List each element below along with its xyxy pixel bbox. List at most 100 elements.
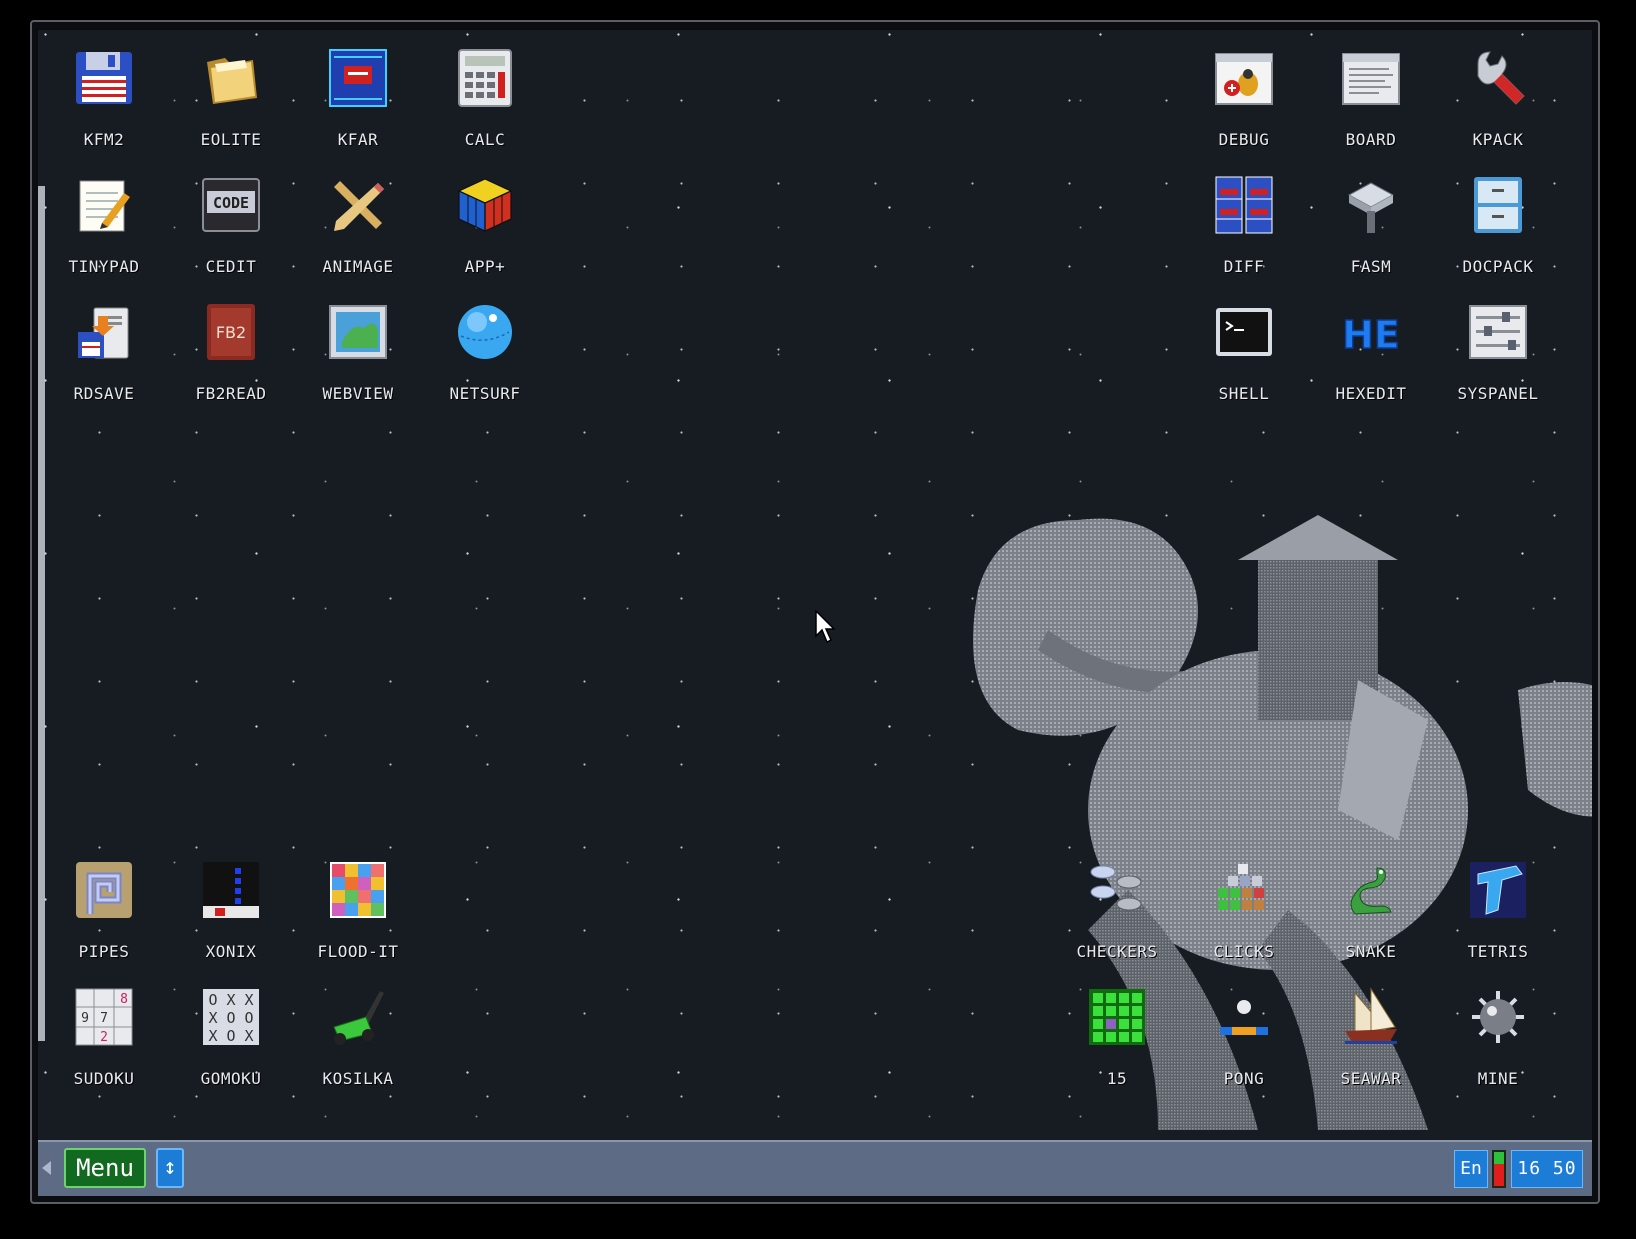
desktop-icon-sudoku[interactable]: 8 97 2 SUDOKU	[38, 969, 170, 1089]
icon-label: ANIMAGE	[322, 257, 394, 276]
language-indicator[interactable]: En	[1454, 1150, 1488, 1188]
color-grid-icon	[330, 862, 386, 918]
icon-label: CHECKERS	[1076, 942, 1158, 961]
desktop-icon-15[interactable]: 15	[1051, 969, 1183, 1089]
clock[interactable]: 16 50	[1511, 1150, 1583, 1188]
desktop-icon-eolite[interactable]: EOLITE	[165, 30, 297, 150]
activity-indicator	[1492, 1150, 1506, 1188]
icon-label: BOARD	[1345, 130, 1397, 149]
desktop-icon-fasm[interactable]: FASM	[1305, 157, 1437, 277]
desktop-icon-xonix[interactable]: XONIX	[165, 842, 297, 962]
sudoku-icon: 8 9 7 2	[75, 988, 133, 1046]
calculator-icon	[458, 49, 512, 107]
bug-window-icon	[1215, 53, 1273, 105]
desktop-icon-flood-it[interactable]: FLOOD-IT	[292, 842, 424, 962]
icon-label: SEAWAR	[1340, 1069, 1402, 1088]
icon-label: SUDOKU	[73, 1069, 135, 1088]
desktop-icon-pong[interactable]: PONG	[1178, 969, 1310, 1089]
gomoku-icon: O X XX O OX O X	[203, 989, 259, 1045]
desktop-icon-gomoku[interactable]: OXXXOOXOX GOMOKU	[165, 969, 297, 1089]
icon-label: GOMOKU	[200, 1069, 262, 1088]
map-picture-icon	[329, 305, 387, 359]
icon-label: FLOOD-IT	[317, 942, 399, 961]
desktop-icon-kfar[interactable]: KFAR	[292, 30, 424, 150]
icon-label: EOLITE	[200, 130, 262, 149]
taskbar-collapse-arrow-icon[interactable]	[42, 1161, 51, 1175]
icon-label: WEBVIEW	[322, 384, 394, 403]
icon-label: TINYPAD	[68, 257, 140, 276]
desktop-icon-kfm2[interactable]: KFM2	[38, 30, 170, 150]
sliders-icon	[1469, 305, 1527, 359]
desktop-icon-shell[interactable]: SHELL	[1178, 284, 1310, 404]
desktop-icon-debug[interactable]: DEBUG	[1178, 30, 1310, 150]
icon-label: SYSPANEL	[1457, 384, 1539, 403]
svg-text:X: X	[208, 1009, 217, 1027]
icon-label: KFAR	[337, 130, 379, 149]
snake-icon	[1350, 867, 1392, 915]
icon-label: CALC	[464, 130, 506, 149]
tetris-icon	[1470, 862, 1526, 918]
clicks-blocks-icon	[1218, 864, 1264, 910]
blue-panel-icon	[329, 49, 387, 107]
hammer-anvil-icon	[1347, 182, 1395, 233]
code-icon: CODE	[202, 178, 260, 232]
desktop-icon-cedit[interactable]: CODE CEDIT	[165, 157, 297, 277]
desktop-icon-calc[interactable]: CALC	[419, 30, 551, 150]
svg-text:X: X	[226, 991, 235, 1009]
desktop-icon-tinypad[interactable]: TINYPAD	[38, 157, 170, 277]
desktop-icon-kpack[interactable]: KPACK	[1432, 30, 1564, 150]
desktop-icon-hexedit[interactable]: HE HEXEDIT	[1305, 284, 1437, 404]
icon-label: KPACK	[1472, 130, 1524, 149]
desktop-icon-tetris[interactable]: TETRIS	[1432, 842, 1564, 962]
desktop-icon-netsurf[interactable]: NETSURF	[419, 284, 551, 404]
svg-text:O: O	[226, 1009, 235, 1027]
svg-text:X: X	[244, 1027, 253, 1045]
desktop-icon-diff[interactable]: DIFF	[1178, 157, 1310, 277]
folder-icon	[207, 58, 257, 104]
icon-label: HEXEDIT	[1335, 384, 1407, 403]
hex-icon: HE	[1341, 312, 1400, 358]
desktop[interactable]: KFM2 EOLITE KFAR CALC TINYPAD CODE CEDIT…	[38, 30, 1592, 1140]
checkers-icon	[1090, 865, 1142, 911]
desktop-icon-rdsave[interactable]: RDSAVE	[38, 284, 170, 404]
desktop-icon-board[interactable]: BOARD	[1305, 30, 1437, 150]
icon-label: KOSILKA	[322, 1069, 394, 1088]
lawnmower-icon	[333, 991, 384, 1045]
desktop-icon-animage[interactable]: ANIMAGE	[292, 157, 424, 277]
icon-label: SHELL	[1218, 384, 1270, 403]
icon-label: SNAKE	[1345, 942, 1397, 961]
svg-text:O: O	[208, 991, 217, 1009]
desktop-icon-webview[interactable]: WEBVIEW	[292, 284, 424, 404]
desktop-icon-app-plus[interactable]: APP+	[419, 157, 551, 277]
svg-text:O: O	[226, 1027, 235, 1045]
desktop-icon-fb2read[interactable]: FB2 FB2READ	[165, 284, 297, 404]
fifteen-puzzle-icon	[1089, 989, 1145, 1045]
desktop-icon-kosilka[interactable]: KOSILKA	[292, 969, 424, 1089]
desktop-icon-pipes[interactable]: PIPES	[38, 842, 170, 962]
icon-label: DIFF	[1223, 257, 1265, 276]
desktop-icon-syspanel[interactable]: SYSPANEL	[1432, 284, 1564, 404]
pencil-ruler-icon	[334, 181, 384, 231]
icon-label: FASM	[1350, 257, 1392, 276]
swap-arrows-button[interactable]: ↕	[156, 1148, 184, 1188]
desktop-icon-checkers[interactable]: CHECKERS	[1051, 842, 1183, 962]
icon-label: PONG	[1223, 1069, 1265, 1088]
notepad-pencil-icon	[79, 180, 130, 232]
desktop-icon-seawar[interactable]: SEAWAR	[1305, 969, 1437, 1089]
pong-icon	[1220, 1000, 1268, 1035]
icon-label: NETSURF	[449, 384, 521, 403]
desktop-icon-snake[interactable]: SNAKE	[1305, 842, 1437, 962]
svg-text:9: 9	[81, 1011, 89, 1026]
svg-text:8: 8	[120, 992, 128, 1007]
icon-label: MINE	[1477, 1069, 1519, 1088]
svg-text:O: O	[244, 1009, 253, 1027]
xonix-icon	[203, 862, 259, 918]
desktop-icon-mine[interactable]: MINE	[1432, 969, 1564, 1089]
desktop-icon-clicks[interactable]: CLICKS	[1178, 842, 1310, 962]
rubiks-cube-icon	[457, 178, 513, 232]
menu-button[interactable]: Menu	[64, 1148, 146, 1188]
icon-label: FB2READ	[195, 384, 267, 403]
globe-icon	[458, 305, 512, 359]
icon-label: TETRIS	[1467, 942, 1529, 961]
desktop-icon-docpack[interactable]: DOCPACK	[1432, 157, 1564, 277]
